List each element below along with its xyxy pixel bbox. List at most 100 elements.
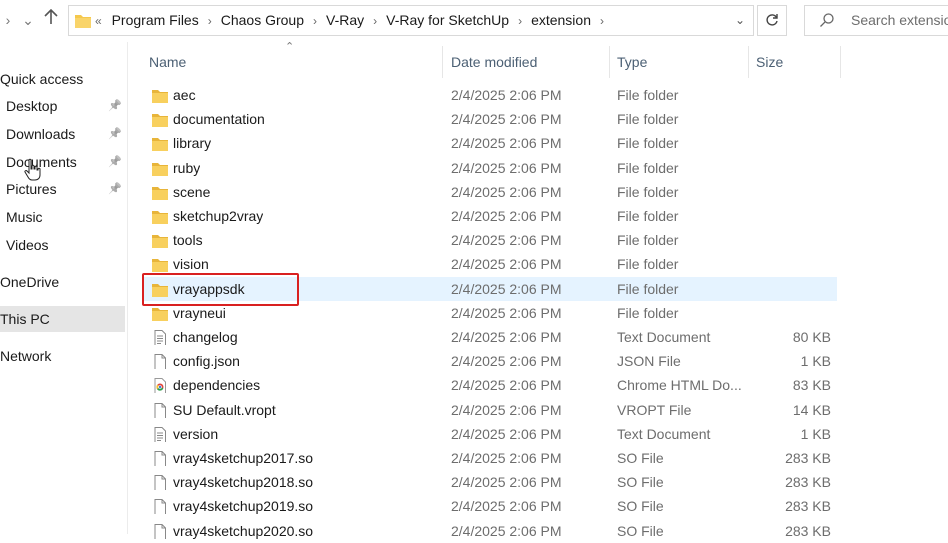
folder-icon — [152, 160, 168, 176]
folder-icon — [152, 232, 168, 249]
file-date-modified: 2/4/2025 2:06 PM — [451, 183, 562, 200]
column-header-date[interactable]: Date modified — [451, 48, 537, 76]
column-divider[interactable] — [840, 46, 841, 78]
file-type: SO File — [617, 450, 664, 466]
file-size: 283 KB — [785, 522, 831, 539]
file-date-modified: 2/4/2025 2:06 PM — [451, 450, 562, 466]
file-date-modified: 2/4/2025 2:06 PM — [451, 329, 562, 345]
breadcrumb-item[interactable]: Program Files — [112, 12, 199, 28]
file-row-ruby[interactable]: ruby 2/4/2025 2:06 PM File folder — [143, 156, 837, 180]
address-history-button[interactable]: ⌄ — [735, 6, 745, 35]
file-date-modified: 2/4/2025 2:06 PM — [451, 159, 562, 176]
file-row-version[interactable]: version 2/4/2025 2:06 PM Text Document 1 KB — [143, 422, 837, 446]
sidebar-item-desktop[interactable]: Desktop 📌 — [0, 93, 125, 119]
breadcrumb-separator[interactable]: › — [208, 14, 212, 28]
breadcrumb-separator[interactable]: › — [600, 14, 604, 28]
file-icon — [152, 523, 168, 539]
up-button[interactable] — [41, 8, 61, 31]
file-row-su-default-vropt[interactable]: SU Default.vropt 2/4/2025 2:06 PM VROPT Fi… — [143, 398, 837, 422]
file-type: File folder — [617, 111, 679, 128]
file-icon — [152, 474, 168, 491]
file-row-tools[interactable]: tools 2/4/2025 2:06 PM File folder — [143, 228, 837, 252]
sidebar-item-pictures[interactable]: Pictures 📌 — [0, 176, 125, 202]
file-size: 1 KB — [800, 425, 831, 442]
file-row-vray4sketchup2018-so[interactable]: vray4sketchup2018.so 2/4/2025 2:06 PM SO F… — [143, 470, 837, 494]
recent-locations-button[interactable]: ⌄ — [18, 9, 38, 31]
file-type: Chrome HTML Do... — [617, 377, 741, 394]
column-header-name[interactable]: Name — [149, 48, 186, 76]
breadcrumb: « Program Files › Chaos Group › V-Ray › V-Ray … — [95, 6, 613, 35]
file-type: VROPT File — [617, 401, 692, 418]
file-name: documentation — [173, 111, 265, 128]
file-name: ruby — [173, 159, 201, 176]
sidebar-item-quick-access[interactable]: Quick access — [0, 66, 125, 92]
file-date-modified: 2/4/2025 2:06 PM — [451, 256, 562, 273]
navigation-pane: Quick access Desktop 📌 Downloads 📌 Documents 📌… — [0, 42, 128, 534]
breadcrumb-item[interactable]: V-Ray for SketchUp — [386, 12, 509, 28]
file-row-sketchup2vray[interactable]: sketchup2vray 2/4/2025 2:06 PM File folder — [143, 204, 837, 228]
column-header-size[interactable]: Size — [756, 48, 783, 76]
breadcrumb-item[interactable]: V-Ray — [326, 12, 364, 28]
folder-icon — [152, 305, 168, 321]
breadcrumb-overflow[interactable]: « — [95, 14, 102, 28]
breadcrumb-separator[interactable]: › — [518, 14, 522, 28]
file-row-vray4sketchup2017-so[interactable]: vray4sketchup2017.so 2/4/2025 2:06 PM SO F… — [143, 446, 837, 470]
file-row-config-json[interactable]: config.json 2/4/2025 2:06 PM JSON File 1 KB — [143, 349, 837, 373]
sidebar-item-videos[interactable]: Videos — [0, 232, 125, 258]
sidebar-item-downloads[interactable]: Downloads 📌 — [0, 121, 125, 147]
sidebar-item-documents[interactable]: Documents 📌 — [0, 149, 125, 175]
file-icon — [152, 498, 168, 515]
highlight-annotation-box — [142, 273, 299, 306]
refresh-button[interactable] — [757, 5, 787, 36]
file-type: File folder — [617, 87, 679, 103]
file-date-modified: 2/4/2025 2:06 PM — [451, 353, 562, 370]
search-placeholder: Search extension — [851, 12, 948, 28]
file-row-vray4sketchup2020-so[interactable]: vray4sketchup2020.so 2/4/2025 2:06 PM SO F… — [143, 519, 837, 543]
file-row-changelog[interactable]: changelog 2/4/2025 2:06 PM Text Document 80… — [143, 325, 837, 349]
pin-icon[interactable]: 📌 — [108, 176, 122, 202]
breadcrumb-item[interactable]: extension — [531, 12, 591, 28]
column-header-type[interactable]: Type — [617, 48, 647, 76]
file-name: changelog — [173, 329, 238, 345]
address-bar[interactable]: « Program Files › Chaos Group › V-Ray › V-Ray … — [68, 5, 754, 36]
file-icon — [152, 402, 168, 418]
sidebar-item-label: Desktop — [6, 98, 58, 114]
sidebar-item-onedrive[interactable]: OneDrive — [0, 269, 125, 295]
file-icon — [152, 450, 168, 466]
pin-icon[interactable]: 📌 — [108, 93, 122, 119]
arrow-up-icon — [44, 8, 58, 24]
file-date-modified: 2/4/2025 2:06 PM — [451, 377, 562, 394]
file-name: SU Default.vropt — [173, 401, 276, 418]
file-date-modified: 2/4/2025 2:06 PM — [451, 208, 562, 224]
pin-icon[interactable]: 📌 — [108, 149, 122, 175]
file-type: SO File — [617, 522, 664, 539]
file-date-modified: 2/4/2025 2:06 PM — [451, 135, 562, 152]
breadcrumb-separator[interactable]: › — [373, 14, 377, 28]
search-box[interactable]: Search extension — [804, 5, 948, 36]
sidebar-item-this-pc[interactable]: This PC — [0, 306, 125, 332]
file-size: 80 KB — [792, 329, 831, 345]
text-file-icon — [152, 329, 168, 345]
file-row-scene[interactable]: scene 2/4/2025 2:06 PM File folder — [143, 180, 837, 204]
forward-button[interactable]: › — [0, 9, 18, 31]
file-row-aec[interactable]: aec 2/4/2025 2:06 PM File folder — [143, 83, 837, 107]
pin-icon[interactable]: 📌 — [108, 121, 122, 147]
column-divider[interactable] — [442, 46, 443, 78]
breadcrumb-separator[interactable]: › — [313, 14, 317, 28]
file-date-modified: 2/4/2025 2:06 PM — [451, 401, 562, 418]
file-type: File folder — [617, 183, 679, 200]
file-row-documentation[interactable]: documentation 2/4/2025 2:06 PM File folder — [143, 107, 837, 131]
sort-ascending-icon: ⌃ — [285, 41, 295, 53]
file-row-vray4sketchup2019-so[interactable]: vray4sketchup2019.so 2/4/2025 2:06 PM SO F… — [143, 494, 837, 518]
column-divider[interactable] — [748, 46, 749, 78]
file-type: File folder — [617, 159, 679, 176]
text-file-icon — [152, 426, 168, 442]
sidebar-item-label: OneDrive — [0, 274, 60, 290]
file-size: 283 KB — [785, 450, 831, 466]
breadcrumb-item[interactable]: Chaos Group — [221, 12, 304, 28]
file-row-dependencies[interactable]: dependencies 2/4/2025 2:06 PM Chrome HTML … — [143, 373, 837, 397]
sidebar-item-network[interactable]: Network — [0, 343, 125, 369]
file-row-library[interactable]: library 2/4/2025 2:06 PM File folder — [143, 131, 837, 155]
sidebar-item-music[interactable]: Music — [0, 204, 125, 230]
column-divider[interactable] — [609, 46, 610, 78]
